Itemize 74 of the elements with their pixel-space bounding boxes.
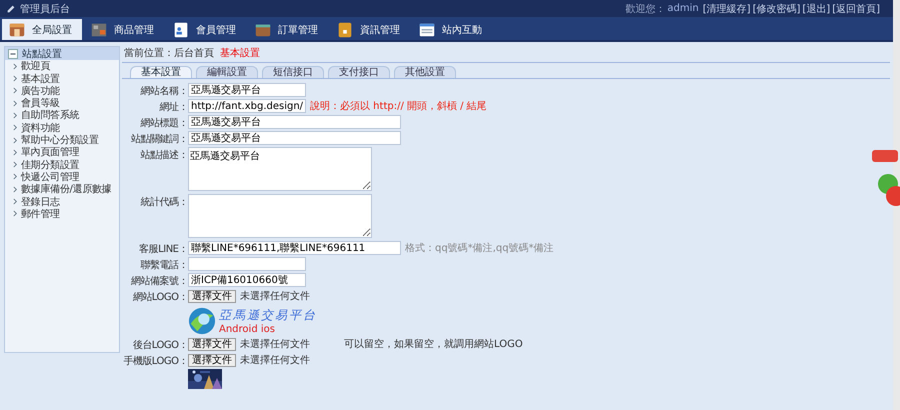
sidebar-item[interactable]: 登錄日志 <box>21 194 60 209</box>
settings-tab[interactable]: 其他設置 <box>394 66 456 78</box>
header-link[interactable]: [清理緩存] <box>702 2 751 16</box>
sidebar-item[interactable]: 快遞公司管理 <box>21 170 80 184</box>
input-field[interactable]: 亞馬遜交易平台 <box>188 115 401 129</box>
input-field[interactable]: 聯繫LINE*696111,聯繫LINE*696111 <box>188 241 401 255</box>
breadcrumb-text: 當前位置：后台首頁 <box>124 46 214 60</box>
field-label: 網站標題： <box>140 118 188 129</box>
settings-tab[interactable]: 編輯設置 <box>196 66 258 78</box>
app-title: 管理員后台 <box>20 2 70 16</box>
text-area[interactable]: 亞馬遜交易平台 <box>188 147 372 191</box>
page-heading: 基本設置 <box>220 46 260 60</box>
input-field[interactable] <box>188 257 306 271</box>
scrollbar[interactable] <box>893 0 900 410</box>
field-label: 網站LOGO： <box>132 292 188 303</box>
field-label: 網站名稱： <box>140 86 188 97</box>
help-text: 說明：必須以 http:// 開頭，斜槓 / 結尾 <box>310 100 487 113</box>
globe-icon <box>188 307 216 335</box>
sidebar-item[interactable]: 資料功能 <box>21 120 60 135</box>
user-name: admin <box>667 3 699 14</box>
sidebar-item[interactable]: 基本設置 <box>21 72 60 86</box>
sidebar-item[interactable]: 會員等級 <box>21 96 60 110</box>
sidebar-item[interactable]: 歡迎頁 <box>21 59 50 74</box>
field-label: 後台LOGO： <box>132 340 188 351</box>
nav-tab[interactable]: 會員管理 <box>166 19 246 40</box>
nav-tab[interactable]: 全局設置 <box>2 19 82 40</box>
house-icon <box>8 20 26 38</box>
input-field[interactable]: http://fant.xbg.design/ <box>188 99 306 113</box>
nav-tab[interactable]: 訂單管理 <box>248 19 328 40</box>
person-card-icon <box>172 20 190 38</box>
sidebar-item[interactable]: 廣告功能 <box>21 84 60 98</box>
choose-file-button[interactable]: 選擇文件 <box>188 354 236 366</box>
sidebar-item[interactable]: 幫助中心分類設置 <box>21 133 99 148</box>
sidebar-item[interactable]: 佳期分類設置 <box>21 158 80 172</box>
welcome-text: 歡迎您： <box>625 2 666 16</box>
field-label: 手機版LOGO： <box>123 356 188 367</box>
field-label: 網站備案號： <box>131 276 188 287</box>
choose-file-button[interactable]: 選擇文件 <box>188 290 236 302</box>
logo-title: 亞馬遜交易平台 <box>219 307 317 324</box>
field-label: 統計代碼： <box>140 197 188 208</box>
help-text: 可以留空，如果留空，就調用網站LOGO <box>344 338 523 351</box>
settings-tab[interactable]: 短信接口 <box>262 66 324 78</box>
sidebar-header: 站點設置 <box>5 47 119 60</box>
sidebar-item[interactable]: 自助問答系統 <box>21 108 80 122</box>
grid-icon <box>90 20 108 38</box>
folder-icon <box>336 20 354 38</box>
header-link[interactable]: [退出] <box>802 2 830 16</box>
input-field[interactable]: 浙ICP備16010660號 <box>188 273 306 287</box>
nav-tab[interactable]: 商品管理 <box>84 19 164 40</box>
collapse-icon <box>8 48 18 58</box>
field-label: 聯繫電話： <box>140 260 188 271</box>
sidebar-item[interactable]: 郵件管理 <box>21 206 60 221</box>
file-status: 未選擇任何文件 <box>240 290 310 303</box>
header-link[interactable]: [修改密碼] <box>752 2 800 16</box>
sidebar-item[interactable]: 單內頁面管理 <box>21 145 80 160</box>
settings-tab[interactable]: 支付接口 <box>328 66 390 78</box>
pencil-icon <box>6 4 16 14</box>
field-label: 站點關鍵詞： <box>131 134 188 145</box>
field-label: 站點描述： <box>140 150 188 161</box>
input-field[interactable]: 亞馬遜交易平台 <box>188 131 401 145</box>
nav-tab[interactable]: 站內互動 <box>412 19 492 40</box>
file-status: 未選擇任何文件 <box>240 338 310 351</box>
logo-subtitle: Android ios <box>219 324 276 335</box>
help-text: 格式：qq號碼*備注,qq號碼*備注 <box>405 242 554 255</box>
window-icon <box>418 20 436 38</box>
file-status: 未選擇任何文件 <box>240 354 310 367</box>
field-label: 客服LINE： <box>139 244 188 255</box>
field-label: 網址： <box>160 102 188 113</box>
header-link[interactable]: [返回首頁] <box>832 2 880 16</box>
nav-tab[interactable]: 資訊管理 <box>330 19 410 40</box>
input-field[interactable]: 亞馬遜交易平台 <box>188 83 306 97</box>
settings-tab[interactable]: 基本設置 <box>130 66 192 78</box>
choose-file-button[interactable]: 選擇文件 <box>188 338 236 350</box>
sidebar-item[interactable]: 數據庫備份/還原數據 <box>21 182 112 196</box>
